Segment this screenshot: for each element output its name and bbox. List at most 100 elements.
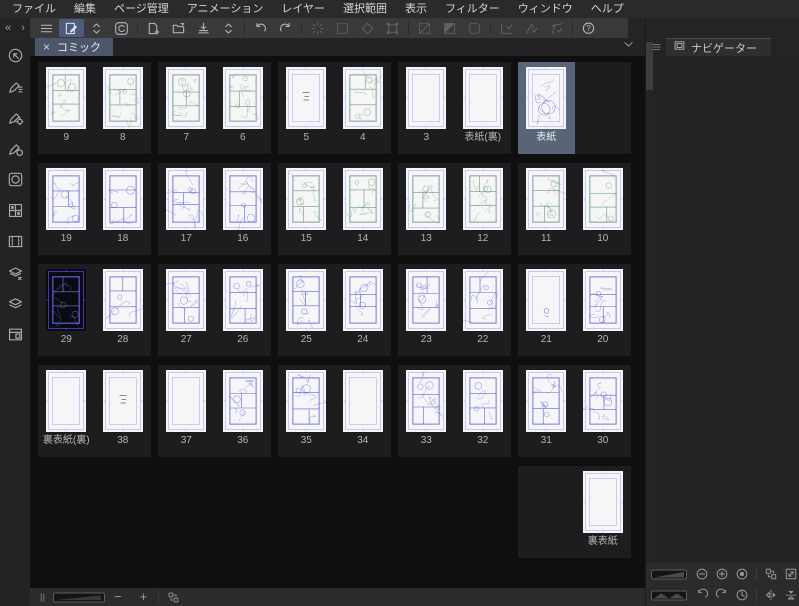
snap-grid-icon[interactable] — [544, 19, 569, 37]
fit-to-screen-button[interactable] — [762, 566, 780, 583]
zoom-in-button[interactable] — [714, 566, 732, 583]
page-cell-31[interactable]: 31 — [518, 365, 575, 457]
page-thumbnail[interactable] — [102, 168, 143, 230]
flip-vertical-button[interactable] — [782, 587, 799, 604]
page-cell-28[interactable]: 28 — [95, 264, 152, 356]
reset-rotation-button[interactable] — [734, 587, 752, 604]
page-thumbnail[interactable] — [46, 67, 87, 129]
page-manager-canvas[interactable]: 9 8 7 6 5 4 3 表紙(裏) 表紙 19 18 17 16 15 14 13 12 11 10 29 28 27… — [30, 56, 645, 588]
page-cell-19[interactable]: 19 — [38, 163, 95, 255]
close-icon[interactable]: × — [43, 40, 50, 54]
page-cell-表紙(裏)[interactable]: 表紙(裏) — [455, 62, 512, 154]
snap-special-ruler-icon[interactable] — [519, 19, 544, 37]
layers-icon[interactable] — [6, 294, 25, 313]
quick-access-icon[interactable] — [6, 46, 25, 65]
fit-window-button[interactable] — [782, 566, 799, 583]
material-icon[interactable] — [6, 232, 25, 251]
tab-comic[interactable]: × コミック — [35, 38, 114, 56]
page-thumbnail[interactable] — [286, 370, 327, 432]
menu-ページ管理[interactable]: ページ管理 — [105, 0, 178, 18]
page-thumbnail[interactable] — [462, 168, 503, 230]
menu-アニメーション[interactable]: アニメーション — [178, 0, 273, 18]
layer-property-icon[interactable] — [6, 263, 25, 282]
page-cell-37[interactable]: 37 — [158, 365, 215, 457]
color-wheel-icon[interactable] — [6, 170, 25, 189]
save-file-icon[interactable] — [191, 19, 216, 37]
clip-studio-logo-icon[interactable] — [109, 19, 134, 37]
page-thumbnail[interactable] — [582, 471, 623, 533]
page-thumbnail[interactable] — [222, 168, 263, 230]
page-cell-表紙[interactable]: 表紙 — [518, 62, 575, 154]
flip-horizontal-button[interactable] — [762, 587, 780, 604]
page-cell-25[interactable]: 25 — [278, 264, 335, 356]
redo-icon[interactable] — [273, 19, 298, 37]
page-thumbnail[interactable] — [582, 168, 623, 230]
page-cell-30[interactable]: 30 — [575, 365, 632, 457]
updown-chevrons-icon[interactable] — [84, 19, 109, 37]
page-edit-tool-icon[interactable] — [59, 19, 84, 37]
panel-scrollbar-thumb[interactable] — [646, 42, 653, 90]
page-cell-5[interactable]: 5 — [278, 62, 335, 154]
undo-icon[interactable] — [248, 19, 273, 37]
open-file-icon[interactable] — [166, 19, 191, 37]
page-thumbnail[interactable] — [406, 269, 447, 331]
page-cell-35[interactable]: 35 — [278, 365, 335, 457]
rotate-right-button[interactable] — [714, 587, 732, 604]
page-cell-13[interactable]: 13 — [398, 163, 455, 255]
rotate-left-button[interactable] — [694, 587, 712, 604]
page-thumbnail[interactable] — [406, 67, 447, 129]
help-icon[interactable]: ? — [576, 19, 601, 37]
page-cell-裏表紙(裏)[interactable]: 裏表紙(裏) — [38, 365, 95, 457]
thumbnail-zoom-out-button[interactable]: − — [105, 589, 131, 605]
page-cell-16[interactable]: 16 — [215, 163, 272, 255]
page-cell-20[interactable]: 20 — [575, 264, 632, 356]
page-cell-14[interactable]: 14 — [335, 163, 392, 255]
page-cell-9[interactable]: 9 — [38, 62, 95, 154]
page-cell-22[interactable]: 22 — [455, 264, 512, 356]
menu-ファイル[interactable]: ファイル — [0, 0, 65, 18]
page-cell-6[interactable]: 6 — [215, 62, 272, 154]
page-cell-7[interactable]: 7 — [158, 62, 215, 154]
page-thumbnail[interactable] — [526, 67, 567, 129]
menu-ウィンドウ[interactable]: ウィンドウ — [509, 0, 582, 18]
sidebar-collapse-arrows[interactable]: « › — [0, 18, 30, 38]
transform-icon[interactable] — [380, 19, 405, 37]
page-thumbnail[interactable] — [342, 370, 383, 432]
menu-編集[interactable]: 編集 — [65, 0, 105, 18]
page-thumbnail[interactable] — [286, 67, 327, 129]
page-cell-10[interactable]: 10 — [575, 163, 632, 255]
page-thumbnail[interactable] — [406, 168, 447, 230]
page-thumbnail[interactable] — [46, 168, 87, 230]
tab-navigator[interactable]: ナビゲーター — [666, 38, 771, 56]
page-thumbnail[interactable] — [286, 269, 327, 331]
page-thumbnail[interactable] — [342, 269, 383, 331]
chevron-double-left-icon[interactable]: « — [5, 22, 11, 34]
page-cell-11[interactable]: 11 — [518, 163, 575, 255]
page-cell-21[interactable]: 21 — [518, 264, 575, 356]
page-thumbnail[interactable] — [102, 370, 143, 432]
page-thumbnail[interactable] — [406, 370, 447, 432]
thumbnail-size-slider[interactable] — [53, 592, 105, 603]
page-cell-裏表紙[interactable]: 裏表紙 — [575, 466, 632, 558]
subtool-icon[interactable] — [6, 77, 25, 96]
page-cell-23[interactable]: 23 — [398, 264, 455, 356]
lasso-select-icon[interactable] — [355, 19, 380, 37]
chevron-down-icon[interactable] — [622, 38, 635, 56]
page-thumbnail[interactable] — [526, 370, 567, 432]
page-thumbnail[interactable] — [342, 168, 383, 230]
page-cell-4[interactable]: 4 — [335, 62, 392, 154]
menu-選択範囲[interactable]: 選択範囲 — [334, 0, 396, 18]
page-cell-38[interactable]: 38 — [95, 365, 152, 457]
page-thumbnail[interactable] — [462, 370, 503, 432]
page-thumbnail[interactable] — [46, 370, 87, 432]
page-thumbnail[interactable] — [102, 67, 143, 129]
page-cell-34[interactable]: 34 — [335, 365, 392, 457]
page-thumbnail[interactable] — [582, 370, 623, 432]
thumbnail-zoom-in-button[interactable]: + — [131, 589, 157, 605]
page-cell-24[interactable]: 24 — [335, 264, 392, 356]
brush-size-icon[interactable] — [6, 139, 25, 158]
page-thumbnail[interactable] — [526, 269, 567, 331]
new-file-icon[interactable] — [141, 19, 166, 37]
page-thumbnail[interactable] — [166, 269, 207, 331]
page-thumbnail[interactable] — [102, 269, 143, 331]
